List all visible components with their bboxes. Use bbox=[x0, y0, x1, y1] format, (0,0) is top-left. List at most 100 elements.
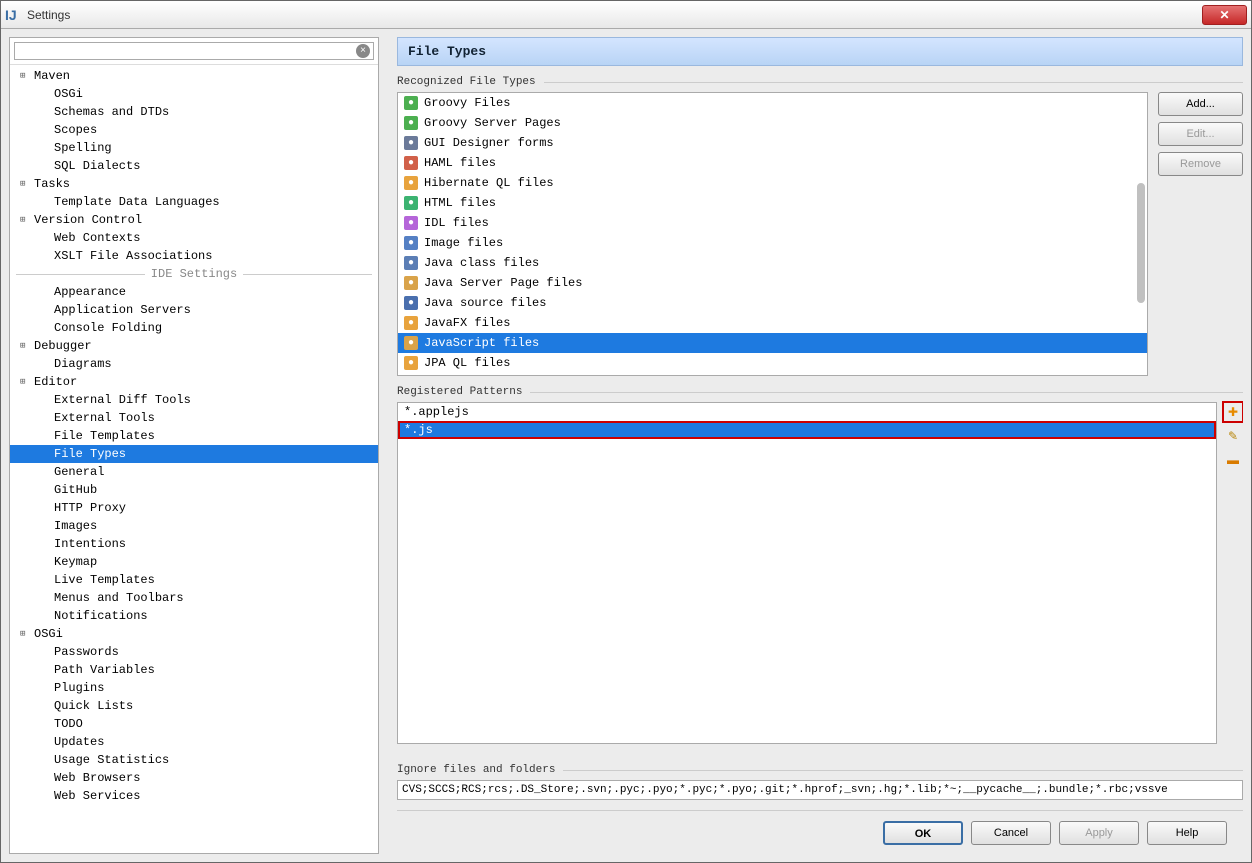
expand-icon: ⊞ bbox=[20, 377, 32, 387]
sidebar-item[interactable]: ⊞OSGi bbox=[10, 625, 378, 643]
sidebar-item[interactable]: Console Folding bbox=[10, 319, 378, 337]
sidebar-item[interactable]: GitHub bbox=[10, 481, 378, 499]
sidebar-item[interactable]: Template Data Languages bbox=[10, 193, 378, 211]
sidebar-item[interactable]: ⊞Maven bbox=[10, 67, 378, 85]
file-type-item[interactable]: ●Java class files bbox=[398, 253, 1147, 273]
sidebar-item-label: Tasks bbox=[34, 177, 70, 191]
sidebar-item[interactable]: External Diff Tools bbox=[10, 391, 378, 409]
sidebar-item[interactable]: Keymap bbox=[10, 553, 378, 571]
file-type-item[interactable]: ●JPA QL files bbox=[398, 353, 1147, 373]
expand-icon: ⊞ bbox=[20, 179, 32, 189]
file-type-item[interactable]: ● HTML files bbox=[398, 193, 1147, 213]
sidebar-item[interactable]: File Types bbox=[10, 445, 378, 463]
sidebar-item-label: Keymap bbox=[54, 555, 97, 569]
sidebar-item[interactable]: Scopes bbox=[10, 121, 378, 139]
sidebar-item-label: Quick Lists bbox=[54, 699, 133, 713]
sidebar-item[interactable]: Path Variables bbox=[10, 661, 378, 679]
sidebar-item[interactable]: Plugins bbox=[10, 679, 378, 697]
sidebar-item[interactable]: ⊞Editor bbox=[10, 373, 378, 391]
sidebar: × ⊞MavenOSGiSchemas and DTDsScopesSpelli… bbox=[9, 37, 379, 854]
sidebar-item-label: Maven bbox=[34, 69, 70, 83]
sidebar-item[interactable]: Updates bbox=[10, 733, 378, 751]
file-type-item[interactable]: ●Groovy Server Pages bbox=[398, 113, 1147, 133]
file-type-item[interactable]: ●GUI Designer forms bbox=[398, 133, 1147, 153]
sidebar-item[interactable]: Passwords bbox=[10, 643, 378, 661]
file-type-item[interactable]: ●JavaScript files bbox=[398, 333, 1147, 353]
sidebar-item[interactable]: Usage Statistics bbox=[10, 751, 378, 769]
sidebar-item[interactable]: Web Browsers bbox=[10, 769, 378, 787]
sidebar-item-label: General bbox=[54, 465, 104, 479]
sidebar-item[interactable]: Live Templates bbox=[10, 571, 378, 589]
ignore-input[interactable] bbox=[397, 780, 1243, 800]
file-type-label: HTML files bbox=[424, 196, 496, 210]
file-type-icon: ● bbox=[404, 96, 418, 110]
sidebar-item[interactable]: Web Contexts bbox=[10, 229, 378, 247]
sidebar-item[interactable]: HTTP Proxy bbox=[10, 499, 378, 517]
ok-button[interactable]: OK bbox=[883, 821, 963, 845]
file-type-item[interactable]: ●Groovy Files bbox=[398, 93, 1147, 113]
patterns-list[interactable]: *.applejs*.js bbox=[397, 402, 1217, 744]
sidebar-item[interactable]: External Tools bbox=[10, 409, 378, 427]
file-type-item[interactable]: ●IDL files bbox=[398, 213, 1147, 233]
sidebar-item[interactable]: Quick Lists bbox=[10, 697, 378, 715]
panel-title: File Types bbox=[397, 37, 1243, 66]
pattern-item[interactable]: *.js bbox=[398, 421, 1216, 439]
file-type-item[interactable]: ●HAML files bbox=[398, 153, 1147, 173]
sidebar-item[interactable]: Spelling bbox=[10, 139, 378, 157]
file-type-buttons: Add... Edit... Remove bbox=[1158, 92, 1243, 376]
pattern-item[interactable]: *.applejs bbox=[398, 403, 1216, 421]
sidebar-item-label: Usage Statistics bbox=[54, 753, 169, 767]
sidebar-item[interactable]: Images bbox=[10, 517, 378, 535]
sidebar-item-label: External Diff Tools bbox=[54, 393, 191, 407]
splitter[interactable] bbox=[385, 37, 391, 854]
sidebar-item[interactable]: OSGi bbox=[10, 85, 378, 103]
add-filetype-button[interactable]: Add... bbox=[1158, 92, 1243, 116]
remove-pattern-icon[interactable]: ▬ bbox=[1225, 452, 1241, 468]
sidebar-item[interactable]: Menus and Toolbars bbox=[10, 589, 378, 607]
sidebar-item[interactable]: General bbox=[10, 463, 378, 481]
sidebar-item[interactable]: ⊞Tasks bbox=[10, 175, 378, 193]
add-pattern-icon[interactable]: ✚ bbox=[1225, 404, 1241, 420]
search-input[interactable] bbox=[14, 42, 374, 60]
app-icon: IJ bbox=[5, 7, 21, 23]
section-header: IDE Settings bbox=[10, 265, 378, 283]
file-type-label: Java class files bbox=[424, 256, 539, 270]
sidebar-item-label: Version Control bbox=[34, 213, 142, 227]
sidebar-item[interactable]: File Templates bbox=[10, 427, 378, 445]
file-type-icon: ● bbox=[404, 296, 418, 310]
help-button[interactable]: Help bbox=[1147, 821, 1227, 845]
sidebar-item[interactable]: Web Services bbox=[10, 787, 378, 805]
sidebar-item[interactable]: Appearance bbox=[10, 283, 378, 301]
sidebar-item[interactable]: ⊞Debugger bbox=[10, 337, 378, 355]
sidebar-item-label: Web Browsers bbox=[54, 771, 140, 785]
edit-pattern-icon[interactable]: ✎ bbox=[1225, 428, 1241, 444]
sidebar-item-label: Scopes bbox=[54, 123, 97, 137]
sidebar-item[interactable]: Application Servers bbox=[10, 301, 378, 319]
file-type-icon: ● bbox=[404, 356, 418, 370]
file-type-item[interactable]: ●Image files bbox=[398, 233, 1147, 253]
sidebar-item[interactable]: TODO bbox=[10, 715, 378, 733]
file-type-icon: ● bbox=[404, 196, 418, 210]
sidebar-item[interactable]: Notifications bbox=[10, 607, 378, 625]
sidebar-item[interactable]: ⊞Version Control bbox=[10, 211, 378, 229]
file-type-item[interactable]: ●Java Server Page files bbox=[398, 273, 1147, 293]
sidebar-item[interactable]: XSLT File Associations bbox=[10, 247, 378, 265]
clear-search-icon[interactable]: × bbox=[356, 44, 370, 58]
file-type-icon: ● bbox=[404, 216, 418, 230]
sidebar-item-label: File Types bbox=[54, 447, 126, 461]
sidebar-item[interactable]: Intentions bbox=[10, 535, 378, 553]
sidebar-item-label: OSGi bbox=[54, 87, 83, 101]
sidebar-item[interactable]: Schemas and DTDs bbox=[10, 103, 378, 121]
close-button[interactable]: ✕ bbox=[1202, 5, 1247, 25]
file-type-icon: ● bbox=[404, 136, 418, 150]
scrollbar-thumb[interactable] bbox=[1137, 183, 1145, 303]
file-types-list[interactable]: ●Groovy Files●Groovy Server Pages●GUI De… bbox=[397, 92, 1148, 376]
sidebar-item[interactable]: Diagrams bbox=[10, 355, 378, 373]
settings-tree[interactable]: ⊞MavenOSGiSchemas and DTDsScopesSpelling… bbox=[10, 65, 378, 853]
file-type-item[interactable]: ●JavaFX files bbox=[398, 313, 1147, 333]
ignore-label: Ignore files and folders bbox=[397, 764, 555, 776]
sidebar-item[interactable]: SQL Dialects bbox=[10, 157, 378, 175]
file-type-item[interactable]: ●Java source files bbox=[398, 293, 1147, 313]
file-type-item[interactable]: ●Hibernate QL files bbox=[398, 173, 1147, 193]
cancel-button[interactable]: Cancel bbox=[971, 821, 1051, 845]
